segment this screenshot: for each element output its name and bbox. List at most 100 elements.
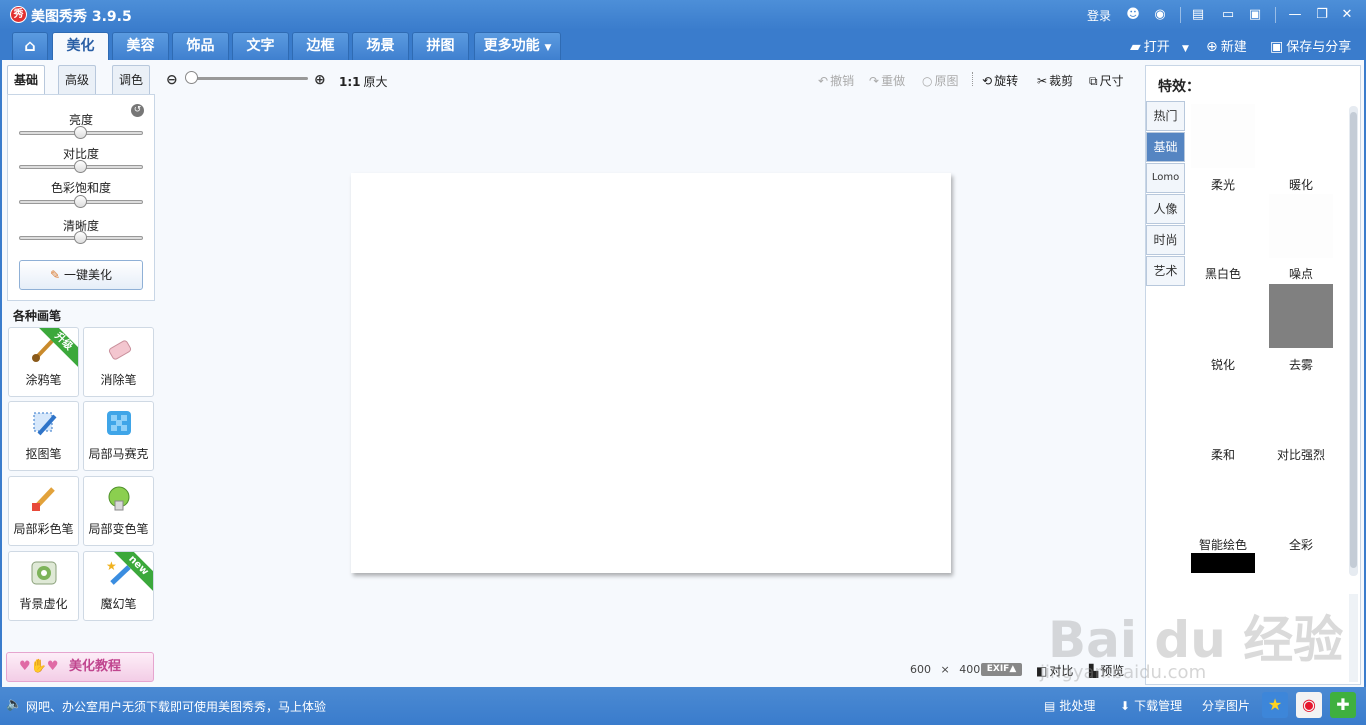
undo-button[interactable]: ↶ 撤销 [818, 72, 854, 89]
effect-thumb-smart-color[interactable] [1191, 553, 1255, 573]
tab-color-tune[interactable]: 调色 [112, 65, 150, 94]
batch-icon: ▤ [1044, 699, 1056, 713]
category-basic[interactable]: 基础 [1146, 132, 1185, 162]
download-manager-label: 下载管理 [1134, 699, 1183, 713]
batch-process-button[interactable]: ▤ 批处理 [1044, 697, 1095, 714]
tab-advanced[interactable]: 高级 [58, 65, 96, 94]
category-lomo[interactable]: Lomo [1146, 163, 1185, 193]
background-blur-button[interactable]: 背景虚化 [8, 551, 79, 621]
restore-icon[interactable]: ❐ [1313, 6, 1331, 24]
chevron-down-icon[interactable]: ▼ [1182, 44, 1189, 54]
zoom-out-icon[interactable]: ⊖ [166, 72, 178, 88]
tab-accessories[interactable]: 饰品 [172, 32, 229, 60]
tab-beautify[interactable]: 美化 [52, 32, 109, 61]
effect-sharpen[interactable]: 锐化 [1184, 356, 1262, 373]
original-button[interactable]: ○ 原图 [922, 72, 959, 89]
crop-label: 裁剪 [1049, 74, 1074, 88]
effect-strong-contrast[interactable]: 对比强烈 [1262, 446, 1340, 463]
tab-face[interactable]: 美容 [112, 32, 169, 60]
message-icon[interactable]: ▭ [1219, 6, 1237, 24]
local-recolor-brush-label: 局部变色笔 [88, 522, 149, 536]
effect-thumb-noise[interactable] [1269, 194, 1333, 258]
mosaic-brush-button[interactable]: 局部马赛克 [83, 401, 154, 471]
effect-warm[interactable]: 暖化 [1262, 176, 1340, 193]
qzone-star-icon[interactable]: ★ [1262, 692, 1288, 718]
redo-label: 重做 [881, 74, 906, 88]
brightness-slider-knob[interactable] [74, 126, 87, 139]
crop-button[interactable]: ✂ 裁剪 [1037, 72, 1073, 89]
local-color-brush-button[interactable]: 局部彩色笔 [8, 476, 79, 546]
category-art[interactable]: 艺术 [1146, 256, 1185, 286]
new-button[interactable]: ⊕ 新建 [1206, 36, 1247, 55]
actual-size-button[interactable]: 1:1 原大 [339, 73, 388, 90]
saturation-slider-knob[interactable] [74, 195, 87, 208]
effect-black-white[interactable]: 黑白色 [1184, 265, 1262, 282]
effect-smart-color[interactable]: 智能绘色 [1184, 536, 1262, 553]
minimize-icon[interactable]: — [1286, 6, 1304, 24]
sharpness-slider-knob[interactable] [74, 231, 87, 244]
close-icon[interactable]: ✕ [1338, 6, 1356, 24]
tab-border[interactable]: 边框 [292, 32, 349, 60]
times-sign: × [940, 663, 950, 676]
weibo-icon[interactable]: ◉ [1151, 6, 1169, 24]
photo-canvas[interactable] [351, 173, 951, 573]
exif-button[interactable]: EXIF▲ [981, 663, 1022, 676]
workspace: 基础 高级 调色 ↺ 亮度 对比度 色彩饱和度 清晰度 ✎ 一键美化 各种画笔 升… [2, 60, 1364, 687]
effect-dehaze[interactable]: 去雾 [1262, 356, 1340, 373]
rotate-button[interactable]: ⟲ 旋转 [982, 72, 1018, 89]
tab-scene[interactable]: 场景 [352, 32, 409, 60]
effects-scrollbar-thumb[interactable] [1350, 112, 1357, 568]
divider [1275, 7, 1276, 23]
skin-icon[interactable]: ▤ [1189, 6, 1207, 24]
weibo-share-icon[interactable]: ◉ [1296, 692, 1322, 718]
effect-thumb-dehaze[interactable] [1269, 284, 1333, 348]
download-manager-button[interactable]: ⬇ 下载管理 [1120, 697, 1182, 714]
local-color-brush-label: 局部彩色笔 [13, 522, 74, 536]
magic-brush-button[interactable]: ★ new 魔幻笔 [83, 551, 154, 621]
login-link[interactable]: 登录 [1087, 7, 1111, 24]
status-message[interactable]: 网吧、办公室用户无须下载即可使用美图秀秀，马上体验 [26, 698, 326, 715]
zoom-slider-track[interactable] [188, 77, 308, 80]
resize-button[interactable]: ⧉ 尺寸 [1089, 72, 1124, 89]
divider [1180, 7, 1181, 23]
category-portrait[interactable]: 人像 [1146, 194, 1185, 224]
tab-basic[interactable]: 基础 [7, 65, 45, 95]
open-button[interactable]: ▰ 打开 ▼ [1130, 36, 1189, 55]
effect-full-color[interactable]: 全彩 [1262, 536, 1340, 553]
effect-thumb-black-white[interactable] [1191, 194, 1255, 258]
feedback-icon[interactable]: ▣ [1246, 6, 1264, 24]
app-title: 美图秀秀 3.9.5 [31, 9, 132, 25]
doodle-brush-button[interactable]: 升级 涂鸦笔 [8, 327, 79, 397]
zoom-slider-knob[interactable] [185, 71, 198, 84]
effect-thumb-strong-contrast[interactable] [1269, 374, 1333, 438]
category-hot[interactable]: 热门 [1146, 101, 1185, 131]
effect-noise[interactable]: 噪点 [1262, 265, 1340, 282]
scissors-icon: ✂ [1037, 74, 1048, 88]
beautify-tutorial-button[interactable]: ♥✋♥ 美化教程 [6, 652, 154, 682]
redo-button[interactable]: ↷ 重做 [869, 72, 905, 89]
effect-thumb-warm[interactable] [1269, 104, 1333, 168]
effect-thumb-soft-light[interactable] [1191, 104, 1255, 168]
effect-thumb-sharpen[interactable] [1191, 284, 1255, 348]
cutout-brush-button[interactable]: 抠图笔 [8, 401, 79, 471]
home-tab[interactable]: ⌂ [12, 32, 48, 60]
share-image-label: 分享图片 [1202, 699, 1251, 713]
zoom-in-icon[interactable]: ⊕ [314, 72, 326, 88]
contrast-slider-knob[interactable] [74, 160, 87, 173]
tab-more-features[interactable]: 更多功能 ▼ [474, 32, 561, 60]
effect-thumb-soft[interactable] [1191, 374, 1255, 438]
color-brush-icon [32, 487, 55, 511]
more-share-plus-icon[interactable]: ✚ [1330, 692, 1356, 718]
qq-icon[interactable]: ☻ [1124, 6, 1142, 24]
mosaic-icon [107, 411, 131, 435]
eraser-brush-button[interactable]: 消除笔 [83, 327, 154, 397]
effect-soft-light[interactable]: 柔光 [1184, 176, 1262, 193]
save-share-button[interactable]: ▣ 保存与分享 [1270, 36, 1351, 55]
effect-soft[interactable]: 柔和 [1184, 446, 1262, 463]
tab-text[interactable]: 文字 [232, 32, 289, 60]
one-click-beautify-button[interactable]: ✎ 一键美化 [19, 260, 143, 290]
category-fashion[interactable]: 时尚 [1146, 225, 1185, 255]
tab-collage[interactable]: 拼图 [412, 32, 469, 60]
eraser-icon [108, 340, 132, 360]
local-recolor-brush-button[interactable]: 局部变色笔 [83, 476, 154, 546]
